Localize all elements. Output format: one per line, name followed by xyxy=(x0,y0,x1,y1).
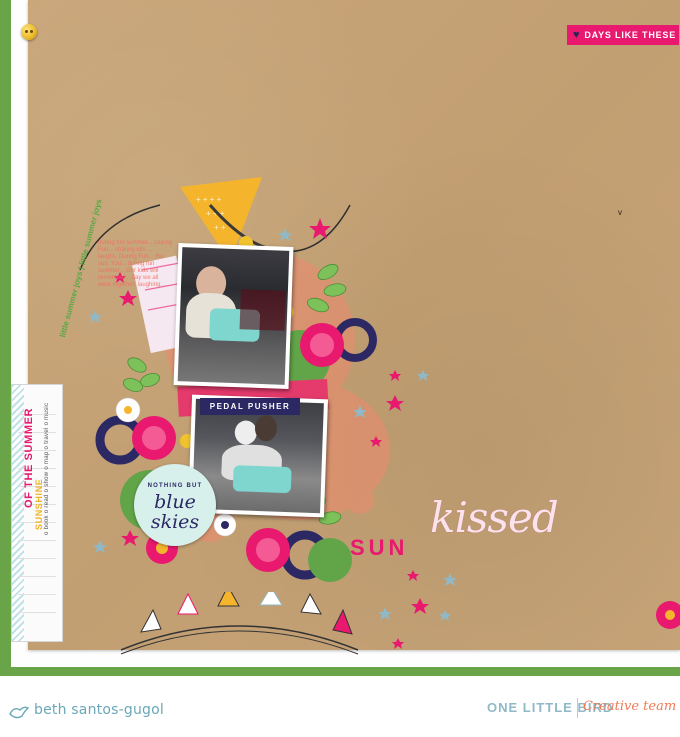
pedal-pusher-label: PEDAL PUSHER xyxy=(200,398,300,415)
footer-divider xyxy=(577,698,578,718)
card-list-item: o show xyxy=(44,471,50,493)
card-list-item: o travel xyxy=(44,427,50,450)
journal-text: during fun summer... During Fun... shari… xyxy=(98,240,173,288)
card-list: o book o read o show o map o travel o mu… xyxy=(44,403,50,535)
svg-text:+ + + +: + + + + xyxy=(196,195,222,204)
bird-logo-icon xyxy=(9,706,30,719)
photo-pedal-kart-1 xyxy=(173,243,294,389)
card-list-item: o book xyxy=(44,515,50,535)
bunting-banner xyxy=(120,592,359,655)
title-kissed: kissed xyxy=(430,493,559,542)
card-list-item: o read xyxy=(44,494,50,514)
skies-top-text: NOTHING BUT xyxy=(147,483,203,489)
card-sunshine: SUNSHINE xyxy=(34,478,44,530)
skies-main-text: blue skies xyxy=(150,491,200,533)
svg-text:+ +: + + xyxy=(214,223,226,232)
blue-skies-circle: NOTHING BUT blue skies xyxy=(134,464,216,546)
creative-team-label: Creative team xyxy=(583,699,677,714)
card-list-item: o map xyxy=(44,451,50,470)
author-name: beth santos-gugol xyxy=(34,702,164,718)
card-list-item: o music xyxy=(44,402,50,426)
title-sun: SUN xyxy=(350,535,409,560)
